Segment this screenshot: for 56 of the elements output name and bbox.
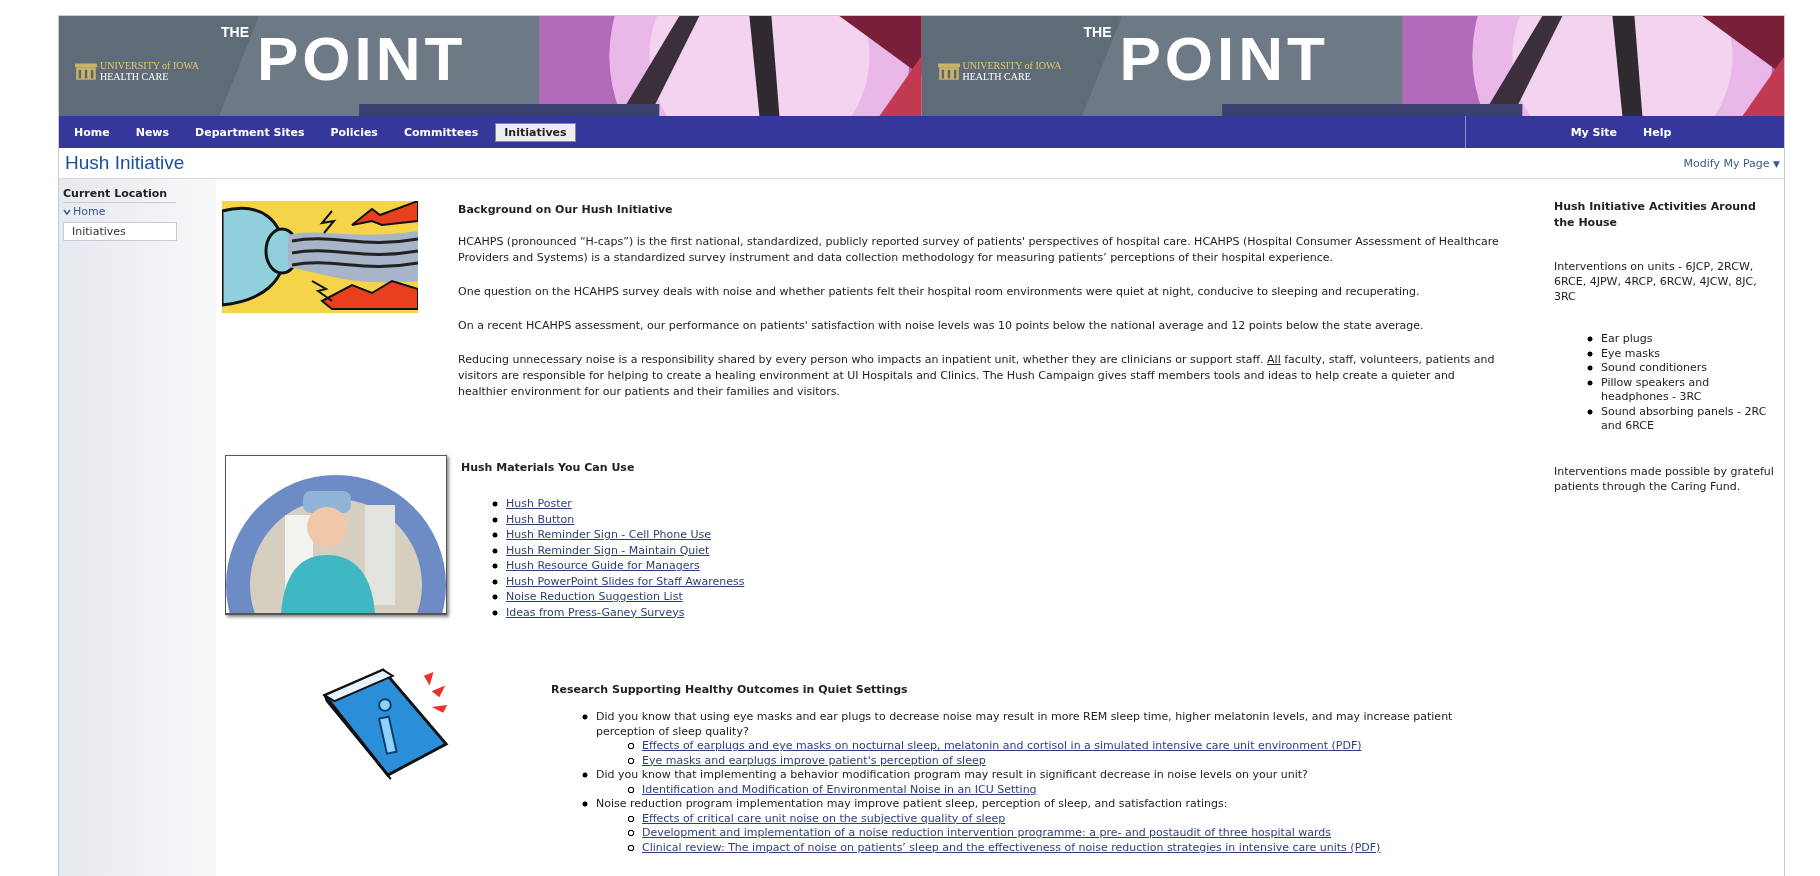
nav-tab[interactable]: Home — [65, 122, 119, 142]
document-link[interactable]: Eye masks and earplugs improve patient's perception of sleep — [642, 753, 986, 767]
sidebar-heading: Current Location — [63, 187, 176, 203]
document-link[interactable]: Noise Reduction Suggestion List — [506, 590, 683, 603]
chevron-icon — [63, 208, 71, 215]
nav-tab[interactable]: Policies — [321, 122, 387, 142]
paragraph: HCAHPS (pronounced “H-caps”) is the first national, standardized, publicly reported survey of patients' perspectives of hospital care. HCAHPS (Hospital Consumer Assessment of Healthcare Providers and Systems) is a standardized survey instrument and data collection methodology for measuring patients’ perceptions of their hospital experience. — [458, 234, 1500, 266]
document-link[interactable]: Ideas from Press-Ganey Surveys — [506, 605, 685, 619]
list-text: Noise reduction program implementation may improve patient sleep, perception of sleep, and satisfaction ratings: — [596, 797, 1229, 812]
logo-title: POINT — [257, 24, 467, 94]
document-link[interactable]: Identification and Modification of Environmental Noise in an ICU Setting — [642, 782, 1037, 796]
section-heading: Research Supporting Healthy Outcomes in Quiet Settings — [551, 682, 909, 698]
document-link[interactable]: Effects of critical care unit noise on the subjective quality of sleep — [642, 811, 1006, 825]
list-text: Ear plugs — [1601, 332, 1653, 345]
document-link[interactable]: Hush Button — [506, 512, 575, 526]
sidebar-item[interactable]: Initiatives — [63, 222, 177, 241]
nav-tab[interactable]: Committees — [394, 122, 488, 142]
list-text: Sound conditioners — [1601, 361, 1707, 374]
paragraph: Interventions on units - 6JCP, 2RCW, 6RCE, 4JPW, 4RCP, 6RCW, 4JCW, 8JC, 3RC — [1554, 259, 1758, 304]
logo-name: UNIVERSITY of IOWA — [962, 60, 1062, 71]
logo-name: UNIVERSITY of IOWA — [100, 60, 200, 71]
document-link[interactable]: Hush Poster — [506, 497, 572, 510]
document-link[interactable]: Effects of earplugs and eye masks on nocturnal sleep, melatonin and cortisol in a simulated intensive care unit environment (PDF) — [642, 739, 1362, 752]
document-link[interactable]: Clinical review: The impact of noise on patients’ sleep and the effectiveness of noise reduction strategies in intensive care units (PDF) — [642, 840, 1381, 854]
building-icon — [937, 61, 960, 81]
section-heading: Background on Our Hush Initiative — [458, 202, 674, 218]
modify-menu[interactable]: Modify My Page ▼ — [1683, 156, 1780, 170]
document-link[interactable]: Hush Reminder Sign - Maintain Quiet — [506, 543, 710, 557]
paragraph: Interventions made possible by grateful patients through the Caring Fund. — [1554, 463, 1775, 494]
logo-article: THE — [221, 24, 249, 40]
building-icon — [75, 61, 97, 81]
list-text: Pillow speakers and headphones - 3RC — [1601, 375, 1710, 403]
paragraph: One question on the HCAHPS survey deals with noise and whether patients felt their hospital room environments were quiet at night, conducive to sleeping and recuperating. — [458, 284, 1421, 300]
nav-tab[interactable]: News — [126, 122, 179, 142]
logo-article: THE — [1083, 24, 1112, 40]
sidebar-item[interactable]: Home — [59, 203, 216, 220]
nav-tab[interactable]: Department Sites — [186, 122, 314, 142]
document-link[interactable]: Hush Resource Guide for Managers — [506, 559, 700, 572]
list-text: Did you know that implementing a behavior modification program may result in significant decrease in noise levels on your unit? — [596, 768, 1309, 783]
list-text: Sound absorbing panels - 2RC and 6RCE — [1601, 404, 1767, 432]
paragraph: Reducing unnecessary noise is a responsibility shared by every person who impacts an inpatient unit, whether they are clinicians or support staff. All faculty, staff, volunteers, patients and visitors are responsible for helping to create a healing environment at UI Hospitals and Clinics. The Hush Campaign gives staff members tools and ideas to help create a quieter and healthier environment for our patients and their families and visitors. — [458, 352, 1496, 400]
section-heading: Hush Materials You Can Use — [461, 460, 636, 476]
aside-heading: Hush Initiative Activities Around the House — [1554, 199, 1757, 231]
nav-link[interactable]: Help — [1634, 122, 1681, 142]
logo-title: POINT — [1119, 24, 1329, 94]
nav-link[interactable]: My Site — [1561, 122, 1626, 142]
page-title: Hush Initiative — [65, 152, 185, 174]
list-text: Eye masks — [1601, 346, 1660, 360]
logo-subtitle: HEALTH CARE — [962, 71, 1032, 82]
logo-subtitle: HEALTH CARE — [100, 71, 170, 82]
list-text: Did you know that using eye masks and ear plugs to decrease noise may result in more REM sleep time, higher melatonin levels, and may increase patient perception of sleep quality? — [596, 710, 1454, 739]
document-link[interactable]: Hush PowerPoint Slides for Staff Awareness — [506, 574, 745, 588]
nav-tab[interactable]: Initiatives — [495, 122, 576, 142]
document-link[interactable]: Development and implementation of a noise reduction intervention programme: a pre- and postaudit of three hospital wards — [642, 826, 1331, 839]
document-link[interactable]: Hush Reminder Sign - Cell Phone Use — [506, 528, 711, 541]
paragraph: On a recent HCAHPS assessment, our performance on patients' satisfaction with noise levels was 10 points below the national average and 12 points below the state average. — [458, 318, 1425, 334]
